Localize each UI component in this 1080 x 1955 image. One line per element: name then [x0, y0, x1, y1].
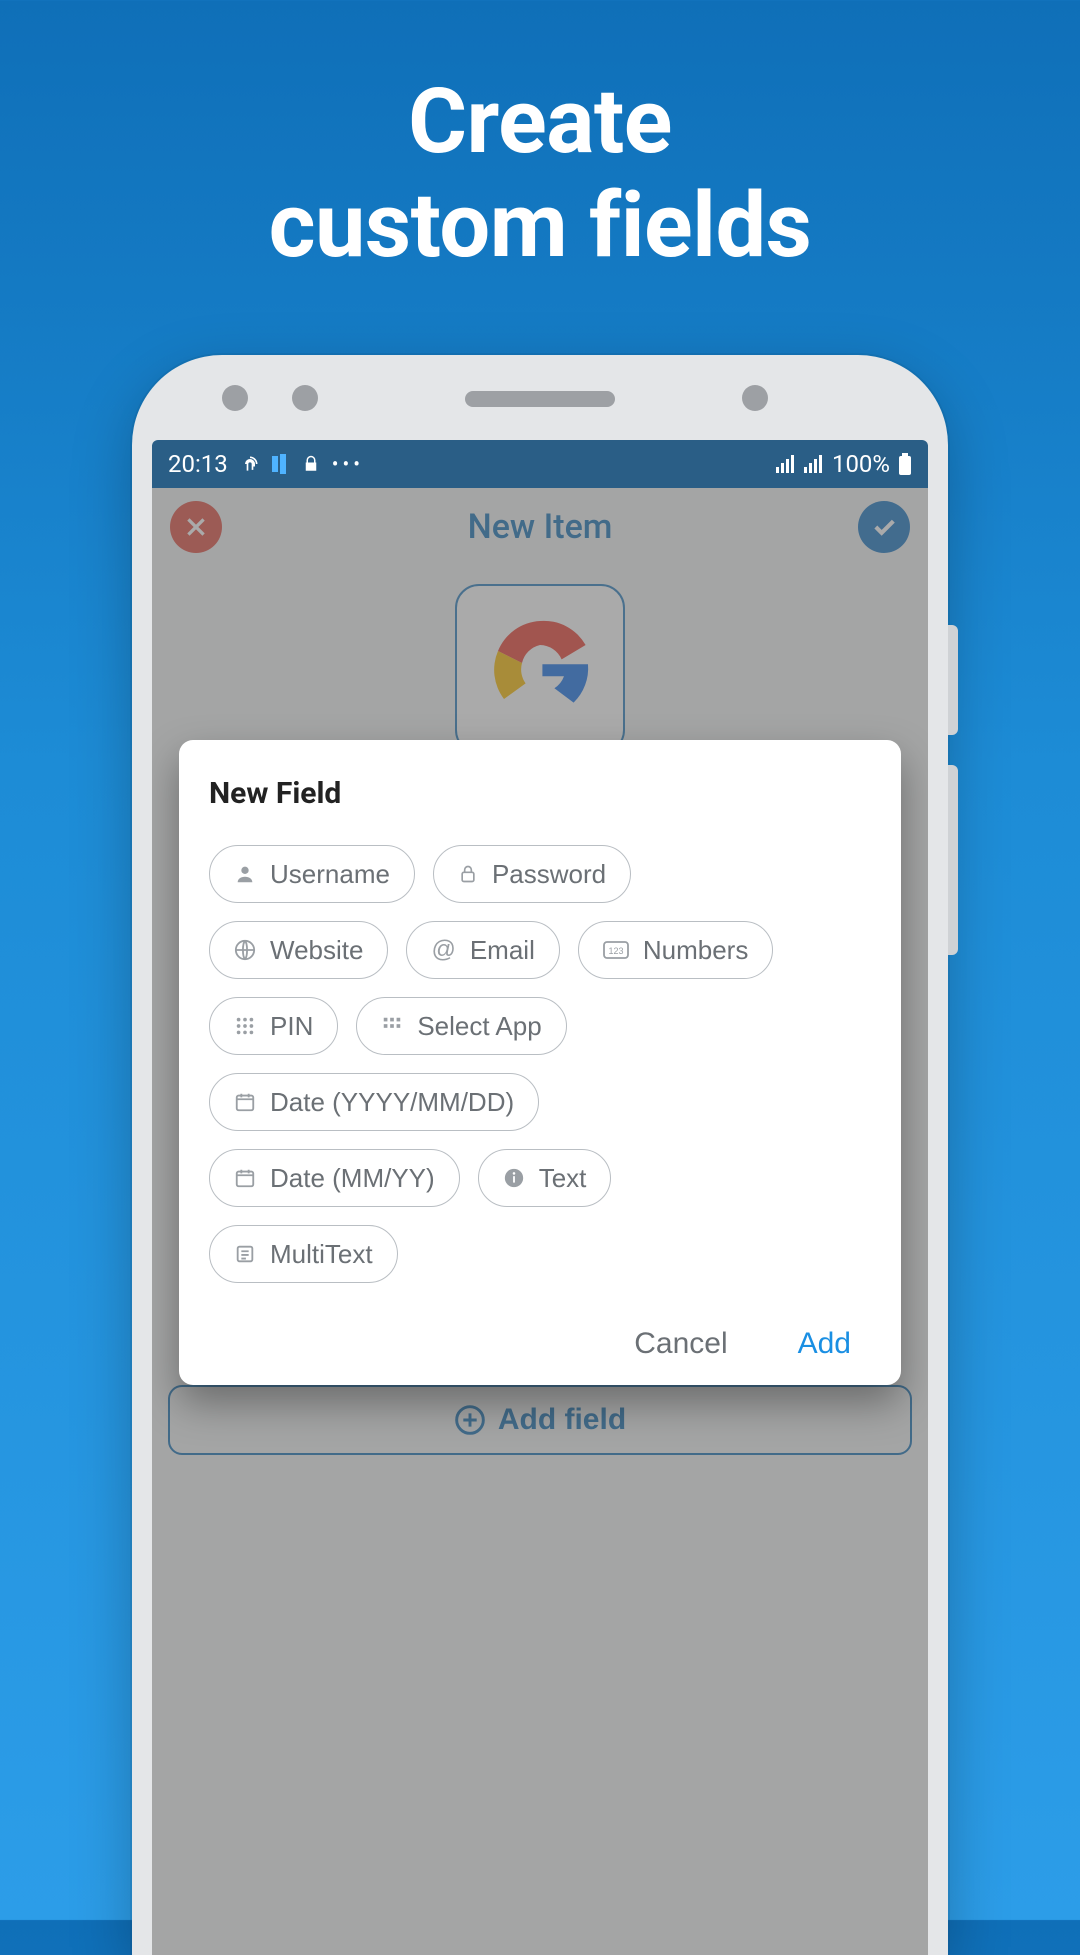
apps-grid-icon: [381, 1015, 403, 1037]
chip-label: Date (YYYY/MM/DD): [270, 1087, 514, 1118]
status-left: 20:13 •••: [168, 450, 364, 478]
headline-line-2: custom fields: [0, 174, 1080, 278]
chip-label: PIN: [270, 1011, 313, 1042]
globe-icon: [234, 939, 256, 961]
field-type-row: Date (MM/YY) Text: [209, 1149, 871, 1207]
field-type-select-app[interactable]: Select App: [356, 997, 566, 1055]
lock-icon: [302, 453, 320, 475]
keypad-icon: [234, 1015, 256, 1037]
chip-label: Select App: [417, 1011, 541, 1042]
more-dots-icon: •••: [332, 452, 364, 476]
field-type-password[interactable]: Password: [433, 845, 631, 903]
phone-camera-dot: [292, 385, 318, 411]
battery-percent: 100%: [832, 450, 890, 478]
dialog-actions: Cancel Add: [209, 1327, 871, 1361]
svg-text:123: 123: [608, 946, 623, 956]
status-right: 100%: [776, 450, 912, 478]
field-type-row: PIN Select App: [209, 997, 871, 1055]
fingerprint-icon: [240, 453, 260, 475]
phone-speaker: [465, 391, 615, 407]
lock-icon: [458, 863, 478, 885]
phone-side-button: [948, 765, 958, 955]
chip-label: Text: [539, 1163, 587, 1194]
field-type-text[interactable]: Text: [478, 1149, 612, 1207]
field-type-date-full[interactable]: Date (YYYY/MM/DD): [209, 1073, 539, 1131]
dialog-cancel-button[interactable]: Cancel: [634, 1327, 727, 1361]
info-icon: [503, 1167, 525, 1189]
chip-label: Password: [492, 859, 606, 890]
field-type-row: MultiText: [209, 1225, 871, 1283]
phone-camera-dot: [742, 385, 768, 411]
phone-camera-dot: [222, 385, 248, 411]
field-type-email[interactable]: @ Email: [406, 921, 559, 979]
field-type-website[interactable]: Website: [209, 921, 388, 979]
field-type-row: Date (YYYY/MM/DD): [209, 1073, 871, 1131]
app-indicator-icon: [272, 454, 290, 474]
chip-label: Username: [270, 859, 390, 890]
dialog-title: New Field: [209, 776, 871, 811]
headline-line-1: Create: [0, 70, 1080, 174]
field-type-multitext[interactable]: MultiText: [209, 1225, 398, 1283]
field-type-date-short[interactable]: Date (MM/YY): [209, 1149, 460, 1207]
field-type-pin[interactable]: PIN: [209, 997, 338, 1055]
phone-top-bezel: [132, 355, 948, 440]
calendar-icon: [234, 1167, 256, 1189]
chip-label: Date (MM/YY): [270, 1163, 435, 1194]
chip-label: Website: [270, 935, 363, 966]
signal-icon: [804, 455, 824, 473]
field-type-username[interactable]: Username: [209, 845, 415, 903]
calendar-icon: [234, 1091, 256, 1113]
phone-screen: 20:13 ••• 100%: [152, 440, 928, 1955]
note-icon: [234, 1243, 256, 1265]
field-type-row: Username Password: [209, 845, 871, 903]
chip-label: Email: [470, 935, 535, 966]
signal-icon: [776, 455, 796, 473]
phone-side-button: [948, 625, 958, 735]
person-icon: [234, 863, 256, 885]
promo-headline: Create custom fields: [0, 70, 1080, 277]
dialog-add-button[interactable]: Add: [798, 1327, 851, 1361]
at-icon: @: [431, 938, 455, 962]
chip-label: MultiText: [270, 1239, 373, 1270]
new-field-dialog: New Field Username Password: [179, 740, 901, 1385]
chip-label: Numbers: [643, 935, 748, 966]
status-time: 20:13: [168, 450, 228, 478]
battery-icon: [898, 453, 912, 475]
numbers-icon: 123: [603, 941, 629, 959]
field-type-numbers[interactable]: 123 Numbers: [578, 921, 773, 979]
phone-frame: 20:13 ••• 100%: [132, 355, 948, 1955]
status-bar: 20:13 ••• 100%: [152, 440, 928, 488]
field-type-row: Website @ Email 123 Numbers: [209, 921, 871, 979]
